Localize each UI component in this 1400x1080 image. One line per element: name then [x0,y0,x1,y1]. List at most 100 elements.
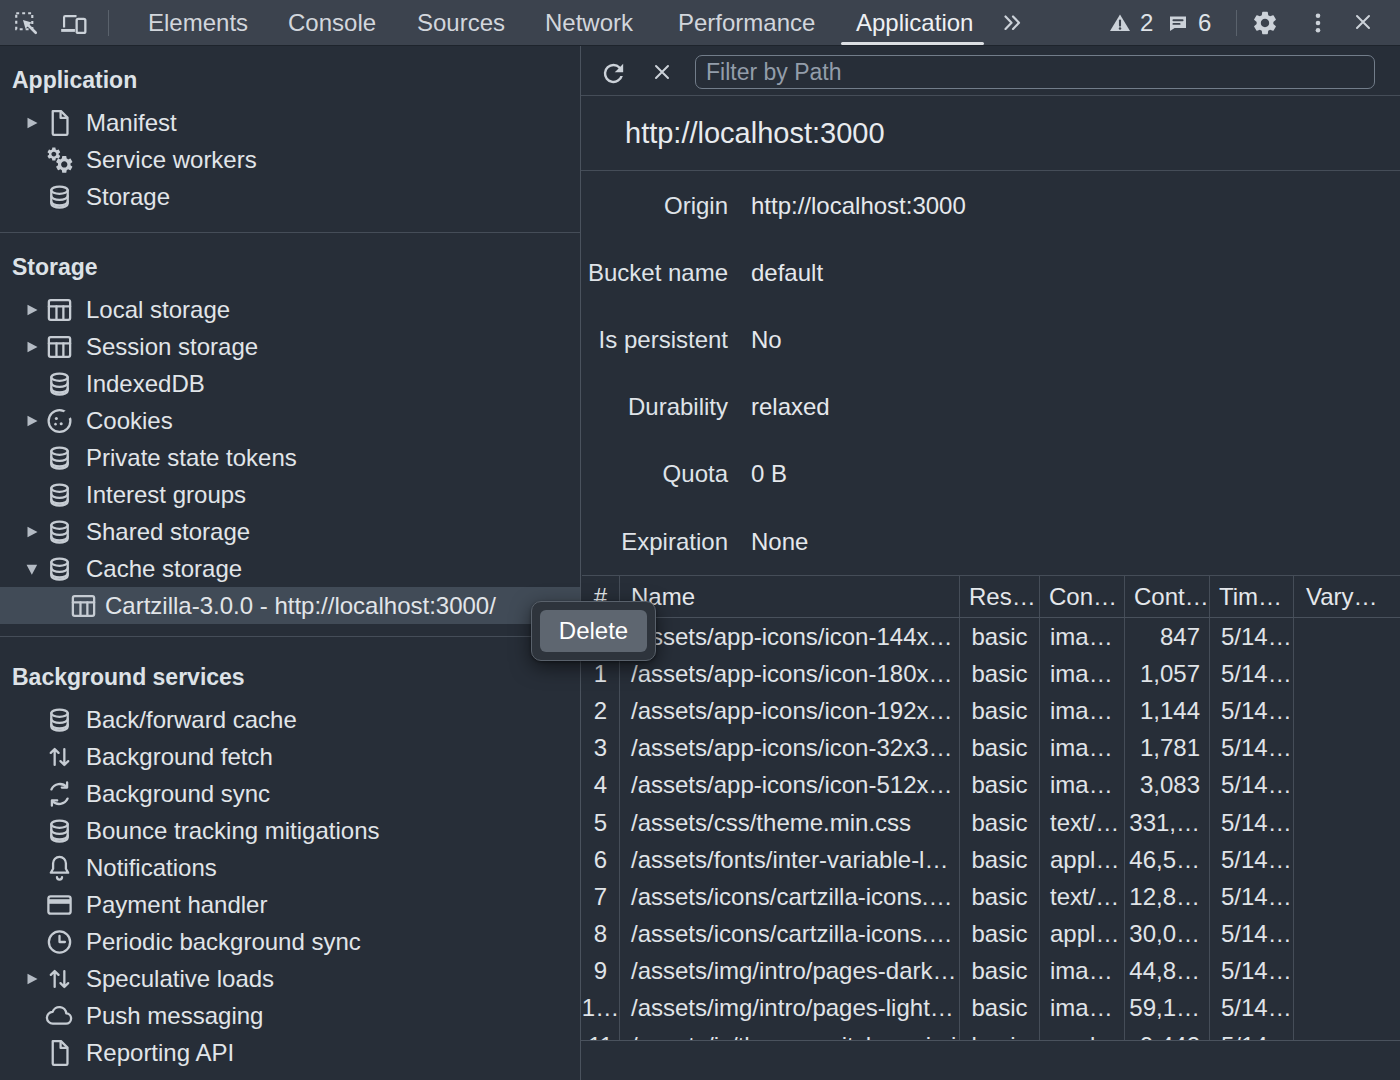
column-header-response-type[interactable]: Res… [960,576,1040,617]
tab-performance[interactable]: Performance [678,0,815,45]
table-row[interactable]: 2/assets/app-icons/icon-192x…basicima…1,… [582,692,1400,729]
tab-application[interactable]: Application [856,0,973,45]
cell-time[interactable]: 5/14… [1210,767,1294,804]
cell-num[interactable]: 9 [582,953,620,990]
table-row[interactable]: 3/assets/app-icons/icon-32x3…basicima…1,… [582,730,1400,767]
cell-num[interactable]: 8 [582,916,620,953]
cell-name[interactable]: /assets/app-icons/icon-180x… [620,655,960,692]
cell-num[interactable]: 2 [582,692,620,729]
sidebar-item-cache-storage[interactable]: Cache storage [0,550,580,587]
cell-res[interactable]: basic [960,841,1040,878]
cell-con[interactable]: ima… [1040,990,1125,1027]
filter-by-path-input[interactable] [695,55,1375,89]
expander-collapsed-icon[interactable] [26,116,39,129]
issues-icon[interactable] [1166,11,1190,35]
sidebar-item-periodic-background-sync[interactable]: Periodic background sync [0,923,580,960]
sidebar-item-service-workers[interactable]: Service workers [0,141,580,178]
cell-res[interactable]: basic [960,618,1040,655]
cell-name[interactable]: /assets/app-icons/icon-512x… [620,767,960,804]
cell-res[interactable]: basic [960,692,1040,729]
cell-con[interactable]: text/… [1040,804,1125,841]
cell-time[interactable]: 5/14… [1210,1027,1294,1040]
cell-res[interactable]: basic [960,655,1040,692]
column-header-content-length[interactable]: Cont… [1125,576,1210,617]
warning-count[interactable]: 2 [1140,0,1153,45]
cell-res[interactable]: basic [960,916,1040,953]
cell-res[interactable]: basic [960,878,1040,915]
sidebar-item-speculative-loads[interactable]: Speculative loads [0,960,580,997]
tab-network[interactable]: Network [545,0,633,45]
context-menu-item-delete[interactable]: Delete [540,610,647,652]
cell-name[interactable]: /assets/icons/cartzilla-icons.… [620,878,960,915]
close-devtools-icon[interactable] [1352,11,1376,35]
cell-res[interactable]: basic [960,730,1040,767]
cell-name[interactable]: /assets/icons/cartzilla-icons.… [620,916,960,953]
tab-console[interactable]: Console [288,0,376,45]
refresh-icon[interactable] [599,59,625,85]
settings-gear-icon[interactable] [1251,9,1275,33]
table-row[interactable]: 5/assets/css/theme.min.cssbasictext/…331… [582,804,1400,841]
cell-time[interactable]: 5/14… [1210,804,1294,841]
cell-num[interactable]: 6 [582,841,620,878]
cell-vary[interactable] [1294,916,1400,953]
cell-vary[interactable] [1294,990,1400,1027]
cell-con[interactable]: text/… [1040,878,1125,915]
expander-collapsed-icon[interactable] [26,340,39,353]
cell-vary[interactable] [1294,878,1400,915]
column-header-vary-header[interactable]: Vary… [1294,576,1400,617]
cell-time[interactable]: 5/14… [1210,841,1294,878]
cell-name[interactable]: /assets/fonts/inter-variable-l… [620,841,960,878]
cell-con[interactable]: ima… [1040,730,1125,767]
expander-expanded-icon[interactable] [26,562,39,575]
sidebar-item-background-fetch[interactable]: Background fetch [0,738,580,775]
cell-vary[interactable] [1294,655,1400,692]
cell-time[interactable]: 5/14… [1210,990,1294,1027]
sidebar-item-cookies[interactable]: Cookies [0,402,580,439]
sidebar-item-storage[interactable]: Storage [0,178,580,215]
cell-len[interactable]: 9,442 [1125,1027,1210,1040]
cell-len[interactable]: 847 [1125,618,1210,655]
cell-len[interactable]: 331,… [1125,804,1210,841]
table-row[interactable]: 7/assets/icons/cartzilla-icons.…basictex… [582,878,1400,915]
cell-name[interactable]: /assets/img/intro/pages-dark… [620,953,960,990]
cell-len[interactable]: 30,0… [1125,916,1210,953]
table-row[interactable]: 8/assets/icons/cartzilla-icons.…basicapp… [582,916,1400,953]
expander-collapsed-icon[interactable] [26,303,39,316]
cell-time[interactable]: 5/14… [1210,730,1294,767]
cell-vary[interactable] [1294,1027,1400,1040]
table-row[interactable]: 9/assets/img/intro/pages-dark…basicima…4… [582,953,1400,990]
cell-num[interactable]: 4 [582,767,620,804]
cell-con[interactable]: ima… [1040,655,1125,692]
table-row[interactable]: 6/assets/fonts/inter-variable-l…basicapp… [582,841,1400,878]
sidebar-item-shared-storage[interactable]: Shared storage [0,513,580,550]
cell-time[interactable]: 5/14… [1210,618,1294,655]
cell-vary[interactable] [1294,730,1400,767]
cell-name[interactable]: /assets/css/theme.min.css [620,804,960,841]
expander-collapsed-icon[interactable] [26,414,39,427]
table-row[interactable]: 0/assets/app-icons/icon-144x…basicima…84… [582,618,1400,655]
cell-num[interactable]: 3 [582,730,620,767]
cell-vary[interactable] [1294,767,1400,804]
cell-len[interactable]: 1,144 [1125,692,1210,729]
expander-collapsed-icon[interactable] [26,972,39,985]
warning-icon[interactable] [1108,11,1132,35]
sidebar-item-reporting-api[interactable]: Reporting API [0,1034,580,1071]
cell-len[interactable]: 46,5… [1125,841,1210,878]
cell-con[interactable]: ima… [1040,618,1125,655]
cell-con[interactable]: ima… [1040,767,1125,804]
cell-name[interactable]: /assets/app-icons/icon-144x… [620,618,960,655]
inspect-element-icon[interactable] [13,10,37,34]
cell-name[interactable]: /assets/img/intro/pages-light… [620,990,960,1027]
cell-num[interactable]: 11 [582,1027,620,1040]
cell-name[interactable]: /assets/app-icons/icon-192x… [620,692,960,729]
cell-res[interactable]: basic [960,953,1040,990]
more-tabs-icon[interactable] [1000,12,1024,36]
cell-res[interactable]: basic [960,767,1040,804]
cell-res[interactable]: basic [960,990,1040,1027]
cell-res[interactable]: basic [960,804,1040,841]
tab-elements[interactable]: Elements [148,0,248,45]
expander-collapsed-icon[interactable] [26,525,39,538]
cell-name[interactable]: /assets/app-icons/icon-32x3… [620,730,960,767]
sidebar-item-push-messaging[interactable]: Push messaging [0,997,580,1034]
cell-vary[interactable] [1294,841,1400,878]
